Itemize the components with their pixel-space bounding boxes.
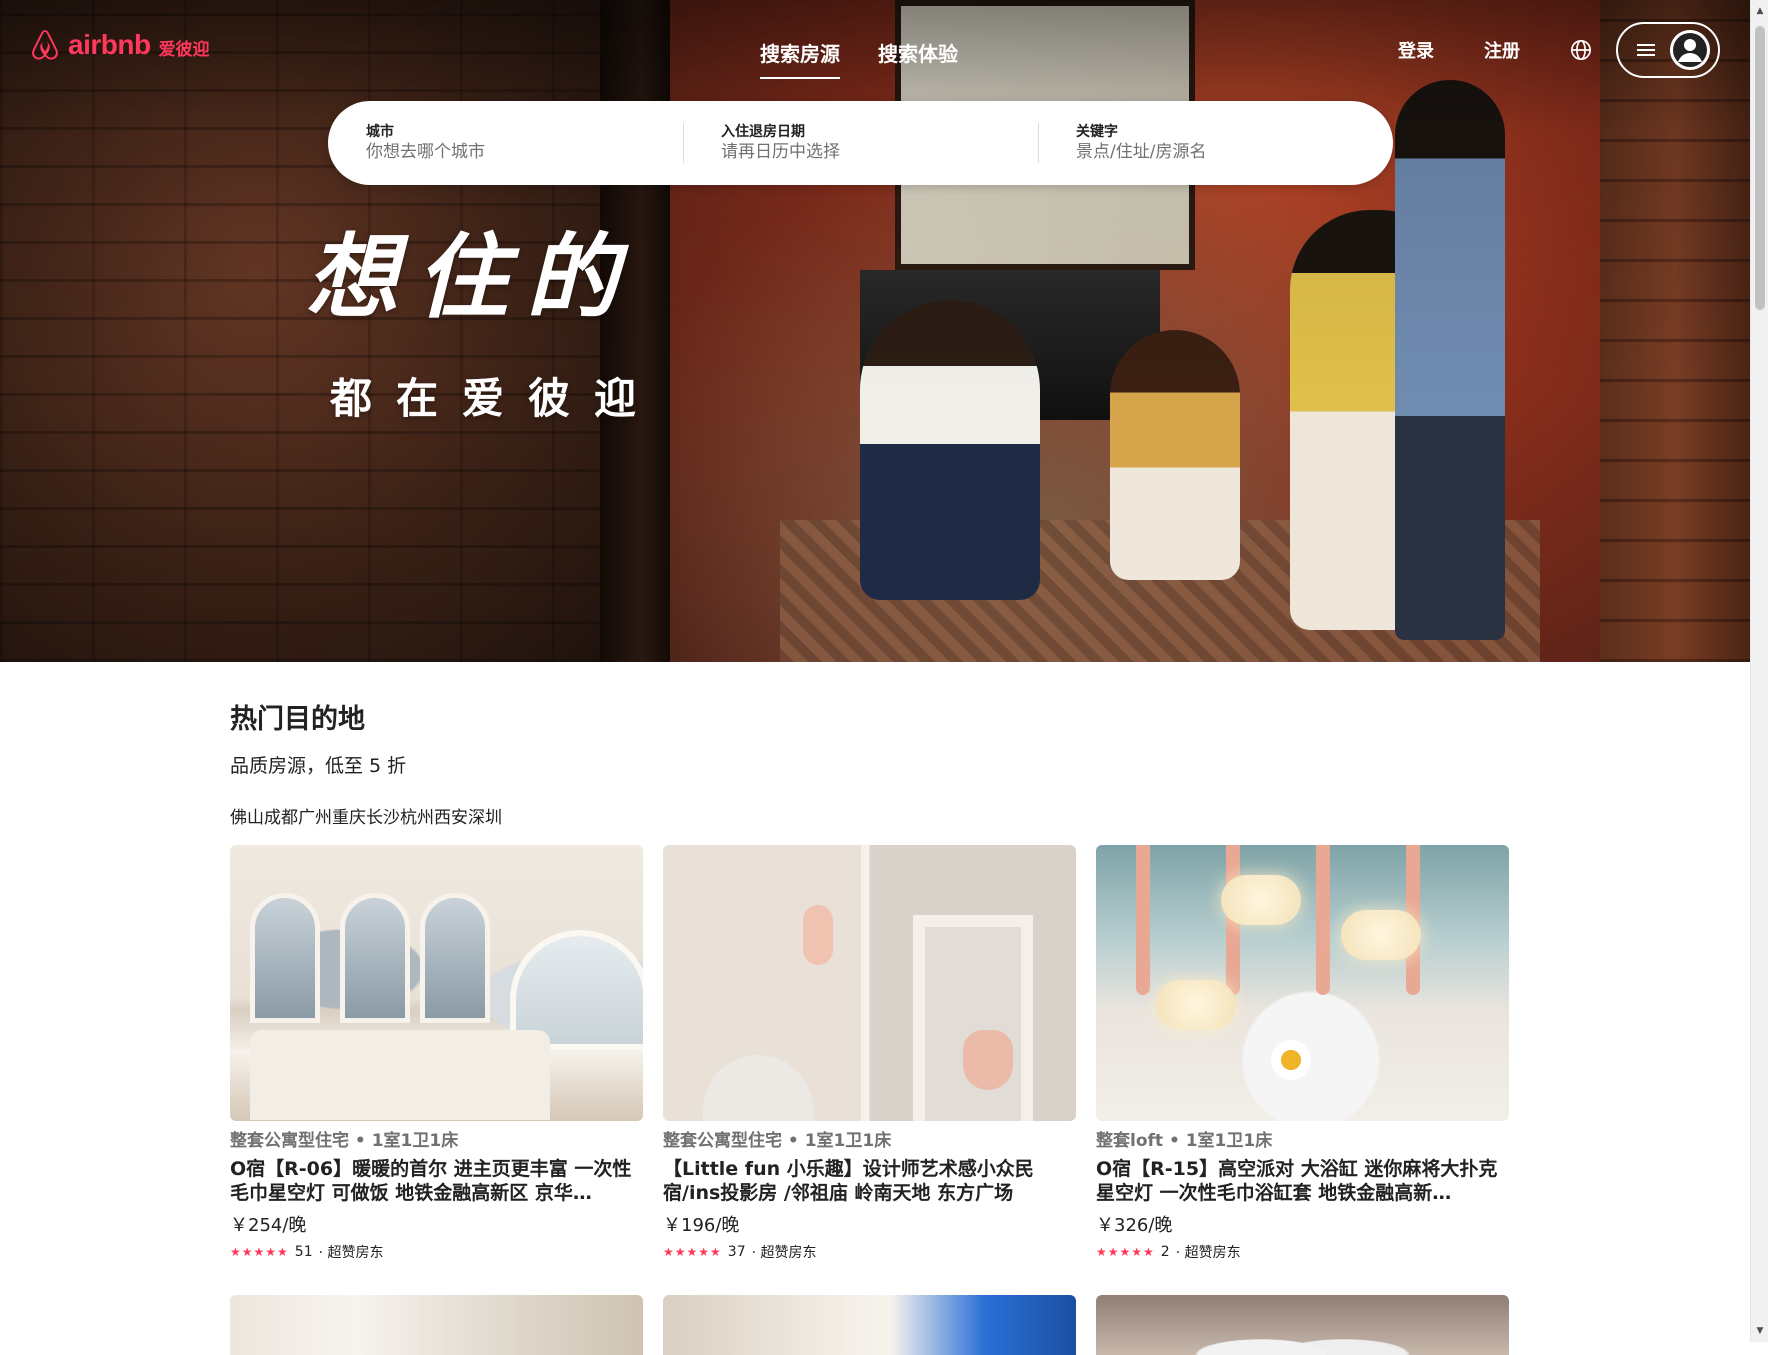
hero-banner bbox=[0, 0, 1750, 662]
listing-photo[interactable] bbox=[1096, 845, 1509, 1121]
search-keyword-label: 关键字 bbox=[1076, 124, 1118, 140]
scroll-thumb[interactable] bbox=[1755, 26, 1765, 310]
photo-chair bbox=[703, 1055, 813, 1121]
photo-mirror-frame bbox=[913, 915, 1033, 1121]
listing-photo[interactable] bbox=[230, 1295, 643, 1355]
listing-grid: 整套公寓型住宅 • 1室1卫1床 O宿【R-06】暖暖的首尔 进主页更丰富 一次… bbox=[230, 845, 1509, 1262]
search-dates-field[interactable]: 入住退房日期 bbox=[683, 101, 1038, 185]
listing-card[interactable]: 整套公寓型住宅 • 1室1卫1床 【Little fun 小乐趣】设计师艺术感小… bbox=[663, 845, 1076, 1262]
globe-icon[interactable] bbox=[1570, 39, 1592, 61]
review-count: 51 bbox=[294, 1244, 313, 1260]
listing-price: ￥254/晚 bbox=[230, 1215, 307, 1236]
listing-photo[interactable] bbox=[663, 845, 1076, 1121]
city-option[interactable]: 杭州 bbox=[400, 803, 434, 828]
photo-pink-arch bbox=[1136, 845, 1150, 995]
search-city-input[interactable] bbox=[366, 141, 666, 163]
listing-card[interactable]: 整套loft • 1室1卫1床 O宿【R-15】高空派对 大浴缸 迷你麻将大扑克… bbox=[1096, 845, 1509, 1262]
photo-window bbox=[250, 893, 320, 1023]
listing-title[interactable]: 【Little fun 小乐趣】设计师艺术感小众民宿/ins投影房 /邻祖庙 岭… bbox=[663, 1157, 1076, 1205]
tab-search-homes[interactable]: 搜索房源 bbox=[760, 38, 840, 79]
search-city-label: 城市 bbox=[366, 124, 394, 140]
city-option[interactable]: 深圳 bbox=[468, 803, 502, 828]
superhost-label: · 超赞房东 bbox=[1175, 1245, 1241, 1261]
menu-icon bbox=[1637, 44, 1655, 56]
photo-bed bbox=[250, 1030, 550, 1120]
signup-link[interactable]: 注册 bbox=[1484, 37, 1520, 63]
listing-photo[interactable] bbox=[230, 845, 643, 1121]
photo-wall-decor bbox=[803, 905, 833, 965]
user-menu-button[interactable] bbox=[1616, 22, 1720, 78]
hero-shade bbox=[0, 0, 1750, 662]
city-option[interactable]: 佛山 bbox=[230, 803, 264, 828]
listing-title[interactable]: O宿【R-06】暖暖的首尔 进主页更丰富 一次性毛巾星空灯 可做饭 地铁金融高新… bbox=[230, 1157, 643, 1205]
brand-name: airbnb bbox=[68, 29, 151, 60]
search-dates-label: 入住退房日期 bbox=[721, 124, 805, 140]
photo-pink-arch bbox=[1316, 845, 1330, 995]
city-option[interactable]: 西安 bbox=[434, 803, 468, 828]
listing-meta: 整套公寓型住宅 • 1室1卫1床 bbox=[663, 1131, 892, 1151]
listing-photo[interactable] bbox=[1096, 1295, 1509, 1355]
search-bar: 城市 入住退房日期 关键字 bbox=[328, 101, 1393, 185]
listing-price: ￥196/晚 bbox=[663, 1215, 740, 1236]
search-keyword-field[interactable]: 关键字 bbox=[1038, 101, 1393, 185]
photo-cloud-lamp bbox=[1221, 875, 1301, 925]
listing-meta: 整套loft • 1室1卫1床 bbox=[1096, 1131, 1273, 1151]
section-title: 热门目的地 bbox=[230, 704, 365, 735]
login-link[interactable]: 登录 bbox=[1398, 37, 1434, 63]
superhost-label: · 超赞房东 bbox=[318, 1245, 384, 1261]
superhost-label: · 超赞房东 bbox=[751, 1245, 817, 1261]
listing-grid-row2 bbox=[230, 1295, 1509, 1355]
search-keyword-input[interactable] bbox=[1076, 141, 1376, 163]
star-rating-icon: ★★★★★ bbox=[1096, 1245, 1155, 1259]
scroll-up-arrow-icon[interactable]: ▲ bbox=[1755, 6, 1765, 16]
brand-name-cn: 爱彼迎 bbox=[158, 39, 210, 60]
city-option[interactable]: 重庆 bbox=[332, 803, 366, 828]
listing-price: ￥326/晚 bbox=[1096, 1215, 1173, 1236]
photo-hand-sculpture bbox=[963, 1030, 1013, 1090]
hero-subtitle: 都在爱彼迎 bbox=[330, 374, 661, 423]
scroll-down-arrow-icon[interactable]: ▼ bbox=[1755, 1326, 1765, 1336]
photo-cloud-lamp bbox=[1341, 910, 1421, 960]
user-avatar-icon bbox=[1670, 30, 1710, 70]
listing-rating: ★★★★★ 37 · 超赞房东 bbox=[663, 1242, 1076, 1262]
search-dates-input[interactable] bbox=[721, 141, 1021, 163]
review-count: 37 bbox=[727, 1244, 746, 1260]
photo-window bbox=[340, 893, 410, 1023]
listing-photo[interactable] bbox=[663, 1295, 1076, 1355]
user-nav: 登录 注册 bbox=[1398, 22, 1720, 78]
photo-window bbox=[420, 893, 490, 1023]
listing-rating: ★★★★★ 51 · 超赞房东 bbox=[230, 1242, 643, 1262]
listing-title[interactable]: O宿【R-15】高空派对 大浴缸 迷你麻将大扑克 星空灯 一次性毛巾浴缸套 地铁… bbox=[1096, 1157, 1509, 1205]
city-option[interactable]: 长沙 bbox=[366, 803, 400, 828]
listing-card[interactable]: 整套公寓型住宅 • 1室1卫1床 O宿【R-06】暖暖的首尔 进主页更丰富 一次… bbox=[230, 845, 643, 1262]
listing-meta: 整套公寓型住宅 • 1室1卫1床 bbox=[230, 1131, 459, 1151]
search-mode-tabs: 搜索房源 搜索体验 bbox=[760, 38, 958, 79]
star-rating-icon: ★★★★★ bbox=[663, 1245, 722, 1259]
search-city-field[interactable]: 城市 bbox=[328, 101, 683, 185]
review-count: 2 bbox=[1160, 1244, 1170, 1260]
listing-rating: ★★★★★ 2 · 超赞房东 bbox=[1096, 1242, 1509, 1262]
tab-search-experiences[interactable]: 搜索体验 bbox=[878, 38, 958, 79]
city-option[interactable]: 广州 bbox=[298, 803, 332, 828]
airbnb-logo-icon bbox=[32, 30, 58, 60]
city-filter: 佛山 成都 广州 重庆 长沙 杭州 西安 深圳 bbox=[230, 803, 502, 828]
photo-cloud-lamp bbox=[1156, 980, 1236, 1030]
hero-title: 想住的 bbox=[306, 223, 637, 331]
photo-flower bbox=[1271, 1040, 1311, 1080]
logo[interactable]: airbnb 爱彼迎 bbox=[28, 28, 210, 62]
section-subtitle: 品质房源，低至 5 折 bbox=[230, 755, 407, 777]
city-option[interactable]: 成都 bbox=[264, 803, 298, 828]
star-rating-icon: ★★★★★ bbox=[230, 1245, 289, 1259]
scrollbar[interactable]: ▲ ▼ bbox=[1750, 0, 1768, 1342]
